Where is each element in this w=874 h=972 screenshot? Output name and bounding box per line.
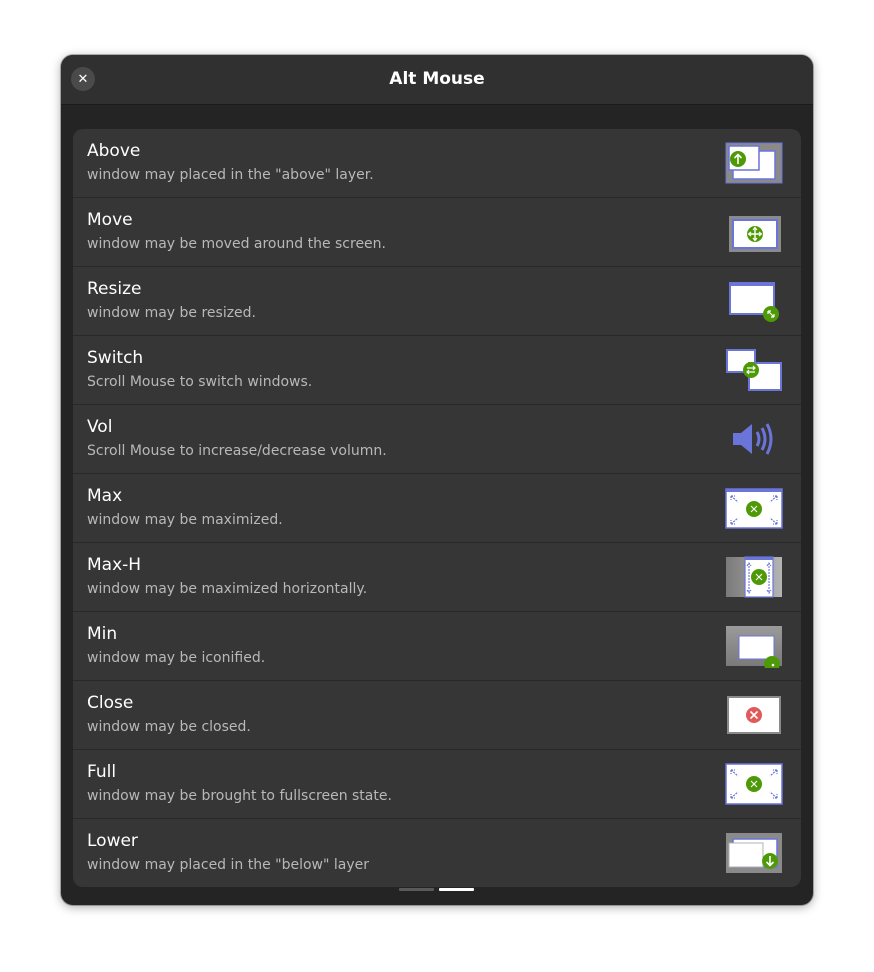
list-item-max-h[interactable]: Max-H window may be maximized horizontal… [73, 543, 801, 612]
list-item-resize[interactable]: Resize window may be resized. [73, 267, 801, 336]
item-title: Min [87, 624, 118, 644]
item-title: Resize [87, 279, 142, 299]
list-item-move[interactable]: Move window may be moved around the scre… [73, 198, 801, 267]
list-item-min[interactable]: Min window may be iconified. [73, 612, 801, 681]
item-title: Above [87, 141, 141, 161]
minimize-icon [725, 624, 783, 668]
action-list: Above window may placed in the "above" l… [73, 129, 801, 887]
close-window-icon [725, 693, 783, 737]
item-title: Close [87, 693, 134, 713]
item-description: window may be moved around the screen. [87, 236, 386, 252]
list-item-max[interactable]: Max window may be maximized. [73, 474, 801, 543]
item-title: Move [87, 210, 133, 230]
item-description: window may be closed. [87, 719, 251, 735]
list-item-close[interactable]: Close window may be closed. [73, 681, 801, 750]
resize-icon [725, 279, 783, 323]
page-dot-1[interactable] [399, 888, 434, 891]
switch-icon [725, 348, 783, 392]
maximize-horizontal-icon [725, 555, 783, 599]
list-item-switch[interactable]: Switch Scroll Mouse to switch windows. [73, 336, 801, 405]
header-bar: ✕ Alt Mouse [61, 55, 813, 105]
dialog-title: Alt Mouse [389, 69, 485, 89]
move-icon [725, 210, 783, 254]
volume-icon [725, 417, 783, 461]
item-description: window may be iconified. [87, 650, 266, 666]
list-item-full[interactable]: Full window may be brought to fullscreen… [73, 750, 801, 819]
item-title: Vol [87, 417, 113, 437]
page-dot-2-active[interactable] [439, 888, 474, 891]
item-description: window may be brought to fullscreen stat… [87, 788, 392, 804]
item-title: Switch [87, 348, 144, 368]
item-title: Max [87, 486, 123, 506]
list-item-lower[interactable]: Lower window may placed in the "below" l… [73, 819, 801, 887]
item-description: Scroll Mouse to switch windows. [87, 374, 313, 390]
list-item-above[interactable]: Above window may placed in the "above" l… [73, 129, 801, 198]
item-title: Full [87, 762, 117, 782]
item-title: Lower [87, 831, 138, 851]
item-title: Max-H [87, 555, 142, 575]
item-description: window may be resized. [87, 305, 257, 321]
page-indicator [399, 888, 479, 892]
maximize-icon [725, 486, 783, 530]
below-layer-icon [725, 831, 783, 875]
above-layer-icon [725, 141, 783, 185]
item-description: window may placed in the "above" layer. [87, 167, 374, 183]
item-description: window may be maximized. [87, 512, 283, 528]
alt-mouse-dialog: ✕ Alt Mouse Above window may placed in t… [61, 55, 813, 905]
item-description: window may be maximized horizontally. [87, 581, 368, 597]
item-description: Scroll Mouse to increase/decrease volumn… [87, 443, 387, 459]
list-item-vol[interactable]: Vol Scroll Mouse to increase/decrease vo… [73, 405, 801, 474]
fullscreen-icon [725, 762, 783, 806]
item-description: window may placed in the "below" layer [87, 857, 370, 873]
